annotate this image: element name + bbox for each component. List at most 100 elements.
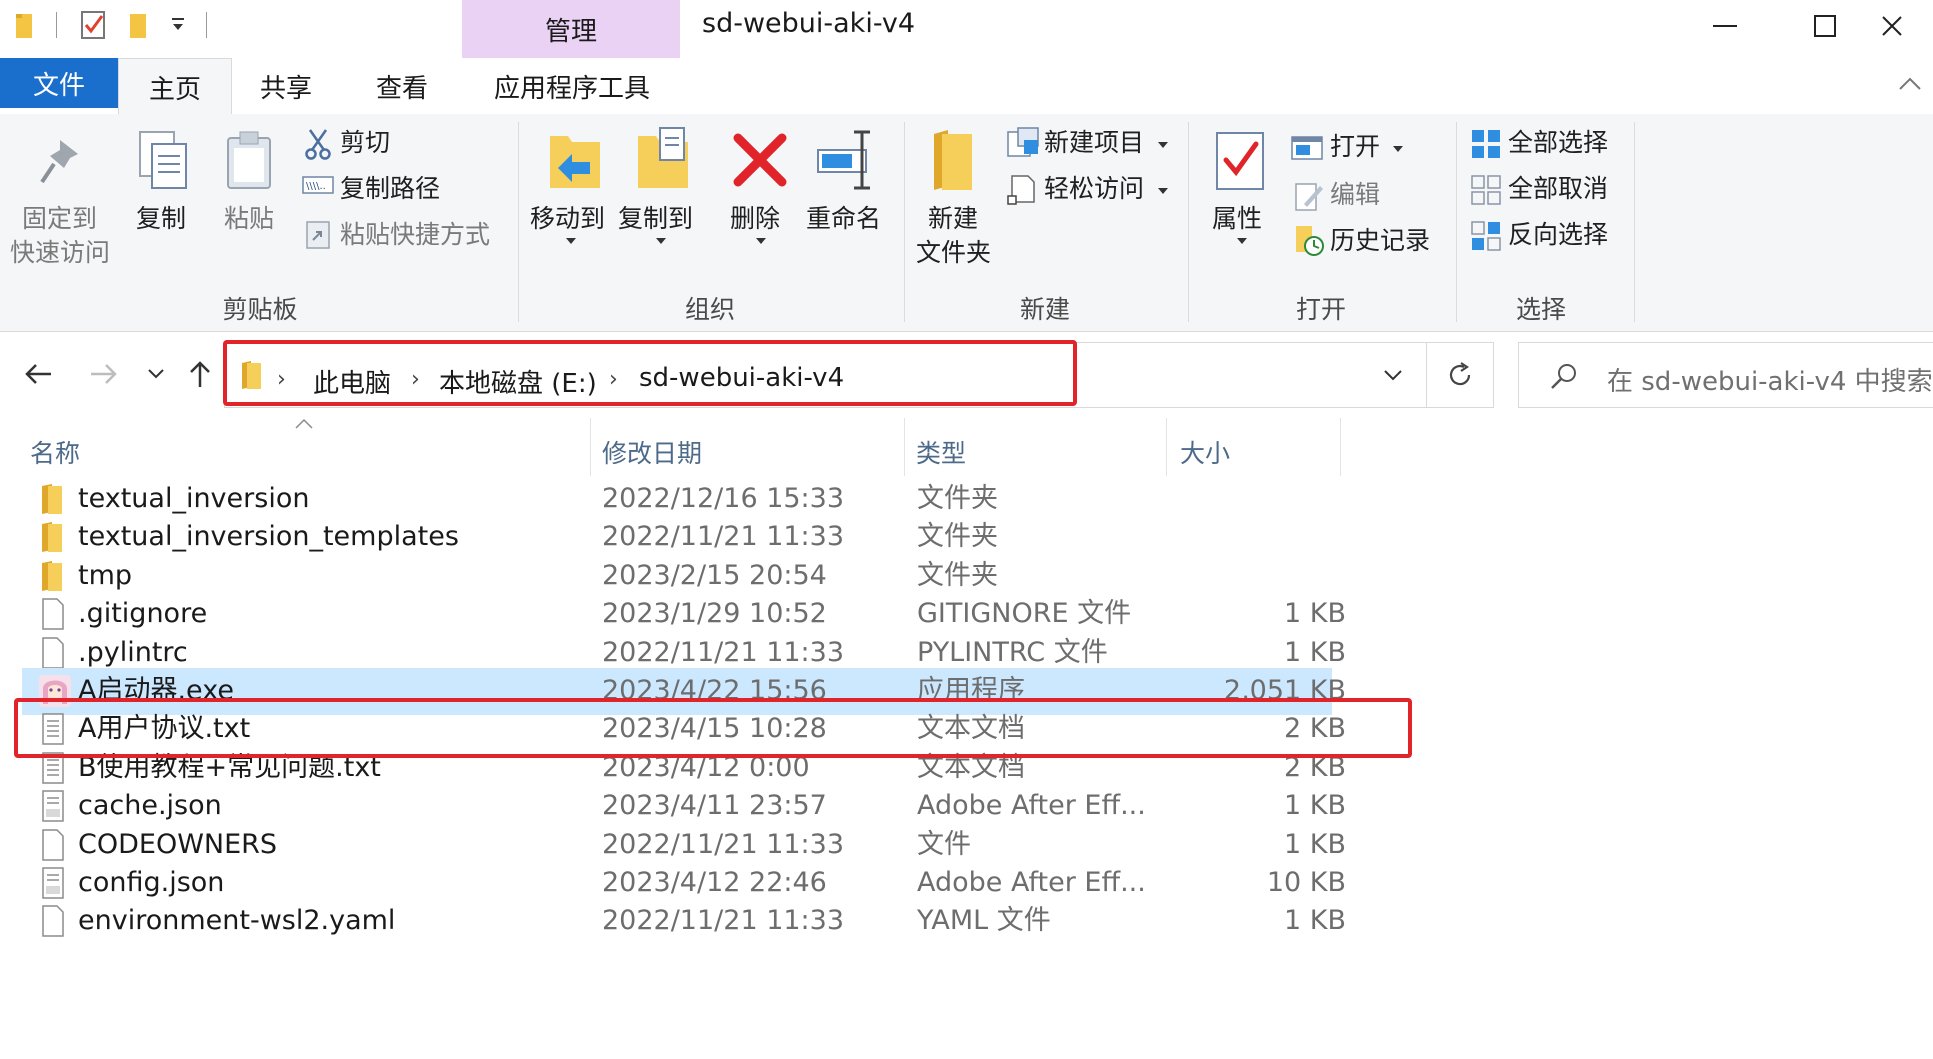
forward-button[interactable] [84, 354, 124, 394]
json-file-icon [38, 866, 68, 900]
file-size: 1 KB [1284, 828, 1346, 860]
file-type: YAML 文件 [917, 905, 1051, 937]
select-all-icon [1470, 128, 1502, 160]
ribbon: 固定到 快速访问 复制 粘贴 剪切 \\\\.. 复制路径 粘贴快捷方式 剪贴板… [0, 114, 1933, 332]
file-type: 文件夹 [917, 559, 998, 591]
file-size: 10 KB [1266, 867, 1346, 898]
file-icon [38, 904, 68, 938]
copy-path-button[interactable]: 复制路径 [340, 172, 440, 206]
copy-button[interactable]: 复制 [136, 202, 186, 236]
back-button[interactable] [18, 354, 58, 394]
file-date: 2023/4/11 23:57 [602, 790, 827, 822]
customize-toolbar-icon[interactable] [170, 14, 186, 34]
rename-button[interactable]: 重命名 [806, 202, 881, 236]
column-header-name[interactable]: 名称 [30, 434, 80, 470]
cut-button[interactable]: 剪切 [340, 126, 390, 160]
properties-button[interactable]: 属性 [1212, 202, 1262, 236]
edit-button[interactable]: 编辑 [1330, 178, 1380, 212]
tab-home[interactable]: 主页 [118, 58, 232, 116]
group-label-new: 新建 [1019, 295, 1070, 324]
new-folder-label-2[interactable]: 文件夹 [916, 236, 991, 270]
history-icon [1294, 224, 1326, 258]
file-icon [38, 636, 68, 670]
copy-to-icon [634, 126, 694, 192]
file-date: 2023/1/29 10:52 [602, 598, 827, 630]
new-folder-label-1[interactable]: 新建 [928, 202, 978, 236]
edit-icon [1294, 180, 1324, 212]
chevron-down-icon [147, 368, 165, 380]
close-icon [1880, 14, 1904, 38]
selected-row-highlight-box [14, 698, 1412, 758]
rename-icon [814, 128, 880, 192]
arrow-right-icon [89, 363, 119, 385]
tab-manage[interactable]: 管理 [462, 0, 680, 58]
paste-icon [224, 130, 276, 192]
move-to-button[interactable]: 移动到 [530, 202, 605, 236]
paste-shortcut-icon [304, 218, 332, 250]
open-icon [1290, 134, 1324, 162]
file-type: PYLINTRC 文件 [917, 636, 1108, 668]
svg-text:\\\\..: \\\\.. [306, 181, 326, 192]
file-list: 名称 修改日期 类型 大小 textual_inversion 2022/12/1… [0, 418, 1933, 1059]
tab-share[interactable]: 共享 [240, 58, 332, 114]
refresh-button[interactable] [1426, 342, 1494, 408]
new-item-button[interactable]: 新建项目 [1044, 126, 1144, 160]
collapse-ribbon-icon[interactable] [1898, 76, 1922, 92]
file-name: .gitignore [78, 598, 208, 630]
select-none-icon [1470, 174, 1502, 206]
new-folder-icon[interactable] [128, 10, 150, 40]
group-label-select: 选择 [1515, 295, 1566, 324]
paste-button[interactable]: 粘贴 [224, 202, 274, 236]
pin-quick-access-label-1[interactable]: 固定到 [22, 202, 97, 236]
table-row[interactable]: environment-wsl2.yaml 2022/11/21 11:33 YAM… [22, 898, 1346, 945]
tab-view[interactable]: 查看 [352, 58, 452, 114]
minimize-icon [1713, 24, 1737, 28]
sort-ascending-icon [294, 418, 314, 430]
tab-file[interactable]: 文件 [0, 58, 118, 108]
group-label-open: 打开 [1295, 295, 1346, 324]
open-button[interactable]: 打开 [1330, 130, 1380, 164]
move-to-icon [546, 128, 606, 192]
file-icon [38, 828, 68, 862]
file-name: .pylintrc [78, 636, 188, 668]
search-input[interactable]: 在 sd-webui-aki-v4 中搜索 [1607, 361, 1933, 398]
folder-icon[interactable] [14, 10, 36, 40]
invert-selection-button[interactable]: 反向选择 [1508, 218, 1608, 252]
recent-locations-button[interactable] [136, 354, 176, 394]
properties-check-icon[interactable] [80, 10, 108, 40]
select-none-button[interactable]: 全部取消 [1508, 172, 1608, 206]
scissors-icon [304, 128, 332, 160]
select-all-button[interactable]: 全部选择 [1508, 126, 1608, 160]
history-button[interactable]: 历史记录 [1330, 224, 1430, 258]
search-box[interactable]: 在 sd-webui-aki-v4 中搜索 [1518, 342, 1933, 408]
minimize-button[interactable] [1680, 0, 1770, 52]
file-size: 1 KB [1284, 905, 1346, 937]
file-name: environment-wsl2.yaml [78, 905, 396, 937]
copy-path-icon: \\\\.. [302, 174, 334, 196]
pin-icon [38, 134, 88, 188]
column-header-size[interactable]: 大小 [1180, 434, 1230, 470]
column-header-type[interactable]: 类型 [916, 434, 966, 470]
arrow-left-icon [23, 363, 53, 385]
column-header-date[interactable]: 修改日期 [602, 434, 702, 470]
file-name: textual_inversion [78, 483, 310, 514]
copy-to-button[interactable]: 复制到 [618, 202, 693, 236]
pin-quick-access-label-2[interactable]: 快速访问 [10, 236, 110, 270]
file-date: 2023/4/12 22:46 [602, 867, 827, 898]
file-date: 2022/11/21 11:33 [602, 636, 845, 668]
maximize-button[interactable] [1780, 0, 1870, 52]
file-type: 文件夹 [917, 483, 998, 514]
paste-shortcut-button[interactable]: 粘贴快捷方式 [340, 218, 490, 252]
tab-app-tools[interactable]: 应用程序工具 [463, 58, 681, 114]
maximize-icon [1813, 14, 1837, 38]
file-icon [38, 597, 68, 631]
close-button[interactable] [1880, 0, 1933, 52]
easy-access-icon [1006, 172, 1038, 206]
delete-button[interactable]: 删除 [730, 202, 780, 236]
up-button[interactable] [180, 354, 220, 394]
file-type: Adobe After Eff... [917, 790, 1146, 822]
file-type: GITIGNORE 文件 [917, 598, 1132, 630]
address-dropdown-icon[interactable] [1383, 369, 1403, 383]
easy-access-button[interactable]: 轻松访问 [1044, 172, 1144, 206]
file-name: cache.json [78, 790, 222, 822]
